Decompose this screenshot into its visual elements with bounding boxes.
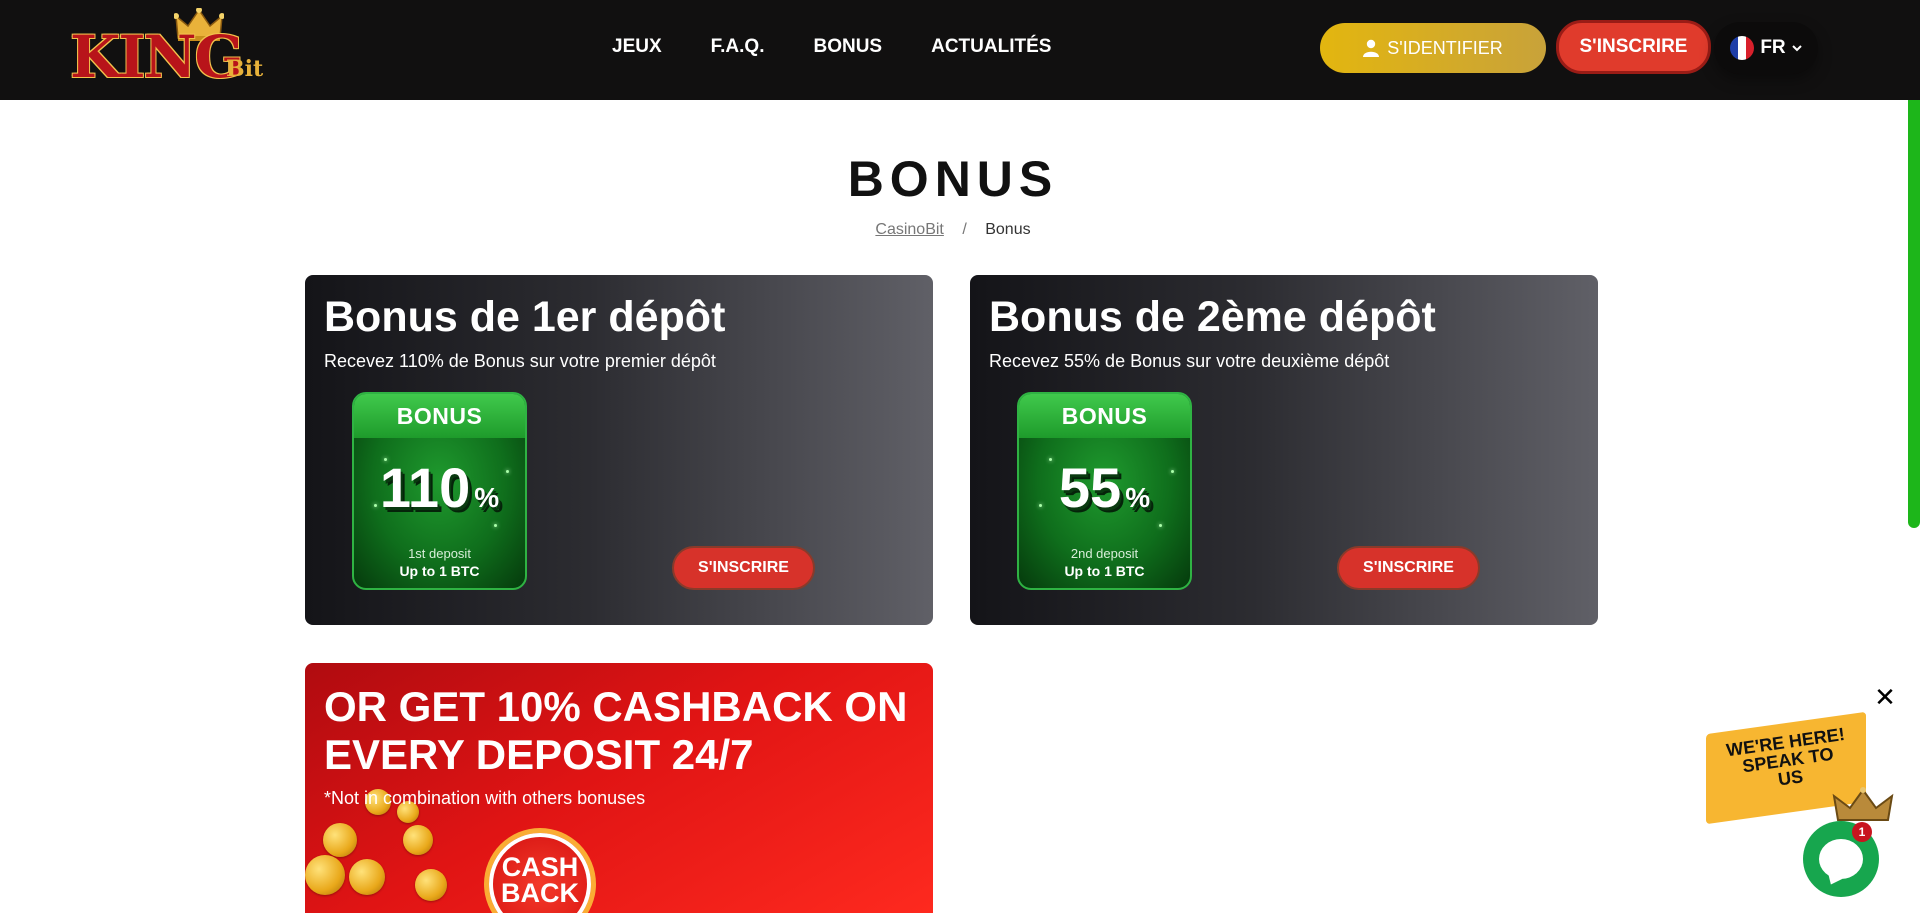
- coin-icon: [403, 825, 433, 855]
- sparkle-icon: [1049, 458, 1052, 461]
- cashback-emblem: CASH BACK: [489, 833, 591, 913]
- badge-header: BONUS: [1019, 394, 1190, 438]
- chat-unread-badge: 1: [1852, 822, 1872, 842]
- card-subtitle: Recevez 55% de Bonus sur votre deuxième …: [989, 351, 1390, 371]
- signup-button-card[interactable]: S'INSCRIRE: [1337, 546, 1480, 590]
- cashback-title: OR GET 10% CASHBACK ON EVERY DEPOSIT 24/…: [324, 683, 908, 779]
- sparkle-icon: [374, 504, 377, 507]
- signup-button[interactable]: S'INSCRIRE: [1556, 20, 1711, 74]
- sparkle-icon: [1159, 524, 1162, 527]
- page-title: BONUS: [847, 151, 1059, 207]
- bonus-badge: BONUS 110% 1st deposit Up to 1 BTC: [352, 392, 527, 590]
- login-button[interactable]: S'IDENTIFIER: [1320, 23, 1546, 73]
- crown-icon: [1832, 787, 1894, 821]
- sparkle-icon: [494, 524, 497, 527]
- breadcrumb-separator: /: [962, 221, 967, 238]
- france-flag-icon: [1730, 36, 1755, 60]
- breadcrumb-current: Bonus: [985, 221, 1031, 238]
- sparkle-icon: [1039, 504, 1042, 507]
- signup-button-card[interactable]: S'INSCRIRE: [672, 546, 815, 590]
- user-icon: [1363, 39, 1380, 57]
- page-scrollbar[interactable]: [1908, 100, 1920, 528]
- bonus-card-first-deposit: Bonus de 1er dépôt Recevez 110% de Bonus…: [305, 275, 933, 625]
- badge-limit-label: Up to 1 BTC: [399, 563, 480, 579]
- language-selector[interactable]: FR: [1714, 22, 1818, 74]
- nav-item-actualites[interactable]: ACTUALITÉS: [931, 36, 1051, 58]
- site-header: KING Bit JEUX F.A.Q. BONUS ACTUALITÉS S'…: [0, 0, 1920, 100]
- chat-bubble-icon: [1819, 839, 1863, 879]
- badge-percentage: 55%: [1058, 456, 1151, 519]
- badge-header: BONUS: [354, 394, 525, 438]
- logo-text: KING: [70, 23, 244, 91]
- cashback-note: *Not in combination with others bonuses: [324, 788, 646, 808]
- kingbit-logo[interactable]: KING Bit: [70, 8, 265, 88]
- badge-percentage: 110%: [379, 456, 500, 519]
- coin-icon: [323, 823, 357, 857]
- chevron-down-icon: [1791, 45, 1802, 52]
- badge-deposit-label: 2nd deposit: [1070, 546, 1139, 561]
- sparkle-icon: [1171, 470, 1174, 473]
- card-subtitle: Recevez 110% de Bonus sur votre premier …: [324, 351, 716, 371]
- nav-item-bonus[interactable]: BONUS: [813, 36, 882, 58]
- breadcrumb: CasinoBit / Bonus: [0, 221, 1906, 239]
- chat-close-icon[interactable]: ✕: [1874, 684, 1896, 710]
- coin-icon: [305, 855, 345, 895]
- card-title: Bonus de 2ème dépôt: [989, 293, 1436, 341]
- sparkle-icon: [384, 458, 387, 461]
- main-nav: JEUX F.A.Q. BONUS ACTUALITÉS: [612, 36, 1100, 58]
- logo-subtext: Bit: [226, 56, 264, 82]
- cashback-card[interactable]: OR GET 10% CASHBACK ON EVERY DEPOSIT 24/…: [305, 663, 933, 913]
- nav-item-faq[interactable]: F.A.Q.: [711, 36, 765, 58]
- login-label: S'IDENTIFIER: [1387, 37, 1503, 58]
- coin-icon: [415, 869, 447, 901]
- badge-deposit-label: 1st deposit: [408, 546, 471, 561]
- bonus-badge: BONUS 55% 2nd deposit Up to 1 BTC: [1017, 392, 1192, 590]
- breadcrumb-home-link[interactable]: CasinoBit: [875, 221, 943, 238]
- nav-item-jeux[interactable]: JEUX: [612, 36, 662, 58]
- bonus-card-second-deposit: Bonus de 2ème dépôt Recevez 55% de Bonus…: [970, 275, 1598, 625]
- language-code: FR: [1760, 37, 1786, 58]
- coin-icon: [349, 859, 385, 895]
- badge-limit-label: Up to 1 BTC: [1064, 563, 1145, 579]
- sparkle-icon: [506, 470, 509, 473]
- card-title: Bonus de 1er dépôt: [324, 293, 726, 341]
